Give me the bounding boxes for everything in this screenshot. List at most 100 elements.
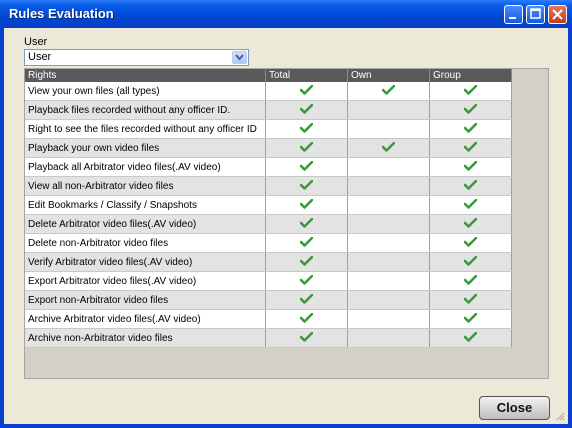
- group-cell: [429, 309, 512, 329]
- own-cell: [347, 138, 430, 158]
- group-cell: [429, 176, 512, 196]
- total-cell: [265, 157, 348, 177]
- table-row[interactable]: Archive Arbitrator video files(.AV video…: [25, 309, 512, 329]
- close-window-button[interactable]: [548, 5, 567, 24]
- check-icon: [299, 160, 314, 174]
- check-icon: [463, 198, 478, 212]
- right-name-cell: View all non-Arbitrator video files: [25, 176, 266, 196]
- check-icon: [463, 293, 478, 307]
- check-icon: [299, 198, 314, 212]
- right-name-cell: Delete Arbitrator video files(.AV video): [25, 214, 266, 234]
- table-row[interactable]: Archive non-Arbitrator video files: [25, 328, 512, 348]
- check-icon: [463, 122, 478, 136]
- table-row[interactable]: Playback your own video files: [25, 138, 512, 158]
- total-cell: [265, 328, 348, 348]
- check-icon: [299, 122, 314, 136]
- check-icon: [299, 312, 314, 326]
- total-cell: [265, 271, 348, 291]
- check-icon: [463, 255, 478, 269]
- check-icon: [299, 84, 314, 98]
- right-name-cell: Export Arbitrator video files(.AV video): [25, 271, 266, 291]
- check-icon: [463, 217, 478, 231]
- table-row[interactable]: View all non-Arbitrator video files: [25, 176, 512, 196]
- total-cell: [265, 233, 348, 253]
- total-cell: [265, 214, 348, 234]
- close-button[interactable]: Close: [479, 396, 550, 420]
- table-row[interactable]: Export non-Arbitrator video files: [25, 290, 512, 310]
- group-cell: [429, 100, 512, 120]
- table-row[interactable]: Delete non-Arbitrator video files: [25, 233, 512, 253]
- check-icon: [463, 84, 478, 98]
- group-cell: [429, 252, 512, 272]
- table-row[interactable]: Edit Bookmarks / Classify / Snapshots: [25, 195, 512, 215]
- group-cell: [429, 233, 512, 253]
- group-cell: [429, 82, 512, 101]
- table-row[interactable]: Playback all Arbitrator video files(.AV …: [25, 157, 512, 177]
- check-icon: [299, 179, 314, 193]
- column-header-total[interactable]: Total: [265, 69, 348, 82]
- chevron-down-icon: [235, 54, 244, 61]
- right-name-cell: Playback your own video files: [25, 138, 266, 158]
- own-cell: [347, 176, 430, 196]
- right-name-cell: Archive non-Arbitrator video files: [25, 328, 266, 348]
- resize-grip-icon[interactable]: [555, 411, 565, 421]
- own-cell: [347, 290, 430, 310]
- title-bar[interactable]: Rules Evaluation: [0, 0, 572, 28]
- minimize-button[interactable]: [504, 5, 523, 24]
- window-title: Rules Evaluation: [9, 6, 114, 21]
- group-cell: [429, 195, 512, 215]
- right-name-cell: Playback all Arbitrator video files(.AV …: [25, 157, 266, 177]
- own-cell: [347, 309, 430, 329]
- table-row[interactable]: Verify Arbitrator video files(.AV video): [25, 252, 512, 272]
- right-name-cell: View your own files (all types): [25, 82, 266, 101]
- check-icon: [463, 160, 478, 174]
- total-cell: [265, 119, 348, 139]
- table-row[interactable]: Playback files recorded without any offi…: [25, 100, 512, 120]
- table-row[interactable]: View your own files (all types): [25, 82, 512, 101]
- right-name-cell: Export non-Arbitrator video files: [25, 290, 266, 310]
- check-icon: [299, 217, 314, 231]
- group-cell: [429, 290, 512, 310]
- group-cell: [429, 157, 512, 177]
- total-cell: [265, 290, 348, 310]
- column-header-group[interactable]: Group: [429, 69, 512, 82]
- total-cell: [265, 195, 348, 215]
- check-icon: [299, 274, 314, 288]
- check-icon: [299, 293, 314, 307]
- check-icon: [381, 141, 396, 155]
- dropdown-button[interactable]: [232, 51, 247, 64]
- right-name-cell: Playback files recorded without any offi…: [25, 100, 266, 120]
- close-icon: [552, 9, 563, 20]
- own-cell: [347, 328, 430, 348]
- own-cell: [347, 82, 430, 101]
- column-header-rights[interactable]: Rights: [25, 69, 266, 82]
- total-cell: [265, 100, 348, 120]
- check-icon: [299, 331, 314, 345]
- table-row[interactable]: Right to see the files recorded without …: [25, 119, 512, 139]
- user-dropdown-value: User: [28, 51, 52, 63]
- total-cell: [265, 176, 348, 196]
- check-icon: [463, 312, 478, 326]
- rights-grid[interactable]: Rights Total Own Group View your own fil…: [24, 68, 549, 379]
- check-icon: [463, 179, 478, 193]
- column-header-own[interactable]: Own: [347, 69, 430, 82]
- check-icon: [299, 103, 314, 117]
- check-icon: [381, 84, 396, 98]
- right-name-cell: Right to see the files recorded without …: [25, 119, 266, 139]
- group-cell: [429, 328, 512, 348]
- total-cell: [265, 138, 348, 158]
- right-name-cell: Archive Arbitrator video files(.AV video…: [25, 309, 266, 329]
- check-icon: [463, 236, 478, 250]
- rules-evaluation-window: Rules Evaluation User User Rights Total …: [0, 0, 572, 428]
- total-cell: [265, 252, 348, 272]
- table-row[interactable]: Delete Arbitrator video files(.AV video): [25, 214, 512, 234]
- user-dropdown[interactable]: User: [24, 49, 249, 66]
- group-cell: [429, 119, 512, 139]
- own-cell: [347, 214, 430, 234]
- maximize-icon: [530, 8, 541, 19]
- table-row[interactable]: Export Arbitrator video files(.AV video): [25, 271, 512, 291]
- maximize-button[interactable]: [526, 5, 545, 24]
- own-cell: [347, 252, 430, 272]
- rights-table: Rights Total Own Group View your own fil…: [25, 69, 512, 348]
- own-cell: [347, 195, 430, 215]
